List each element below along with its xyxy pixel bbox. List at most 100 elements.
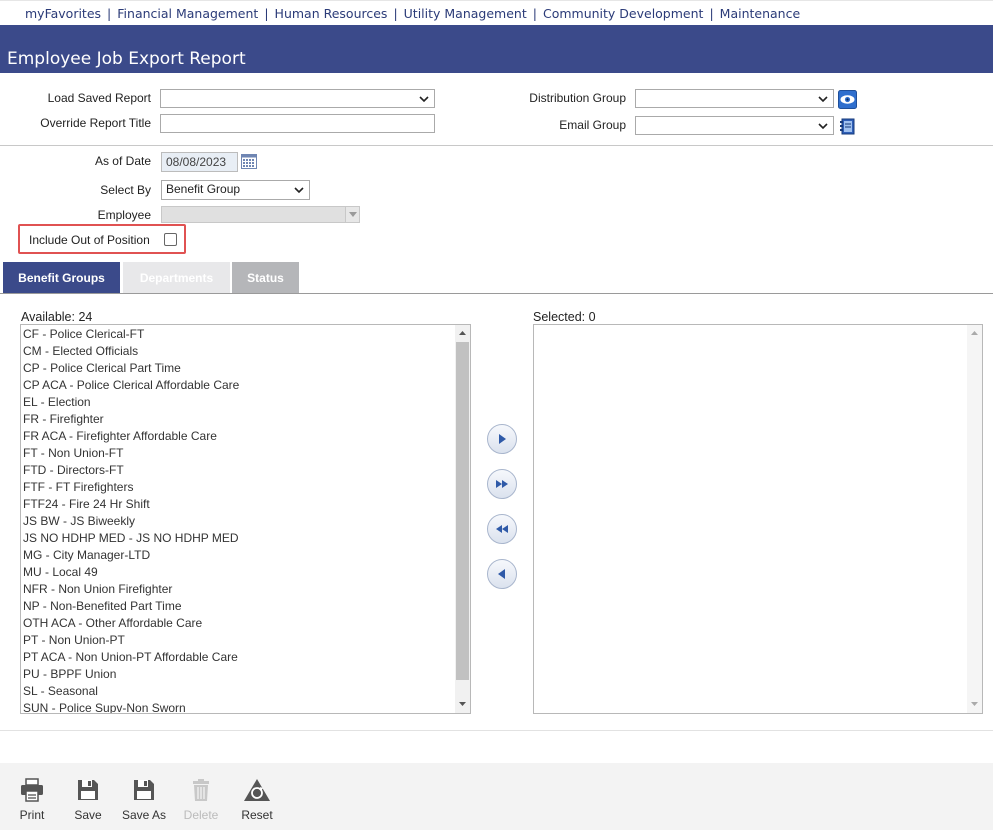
chevron-down-icon	[818, 123, 828, 130]
save-as-button[interactable]: Save As	[121, 777, 167, 822]
scroll-down-icon[interactable]	[970, 699, 979, 708]
chevron-down-icon	[349, 212, 357, 217]
override-report-title-label: Override Report Title	[40, 116, 151, 130]
divider	[0, 145, 993, 146]
select-by-label: Select By	[100, 183, 151, 197]
move-selected-right-button[interactable]	[487, 424, 517, 454]
bottom-toolbar: Print Save Save As Delete Reset	[0, 763, 993, 830]
arrow-right-icon	[499, 434, 506, 444]
delete-label: Delete	[183, 808, 219, 822]
scroll-up-icon[interactable]	[458, 329, 467, 338]
selected-scrollbar[interactable]	[967, 325, 982, 713]
list-item[interactable]: FTD - Directors-FT	[23, 463, 124, 477]
employee-label: Employee	[97, 208, 151, 222]
distribution-group-label: Distribution Group	[529, 91, 626, 105]
list-item[interactable]: FT - Non Union-FT	[23, 446, 123, 460]
view-eye-icon[interactable]	[838, 90, 857, 109]
save-as-label: Save As	[121, 808, 167, 822]
calendar-icon[interactable]	[241, 153, 257, 169]
move-selected-left-button[interactable]	[487, 559, 517, 589]
floppy-disk-icon	[78, 780, 98, 800]
address-book-icon[interactable]	[838, 117, 857, 136]
override-report-title-input[interactable]	[160, 114, 435, 133]
list-item[interactable]: JS BW - JS Biweekly	[23, 514, 135, 528]
save-button[interactable]: Save	[72, 777, 104, 822]
include-out-of-position-label: Include Out of Position	[29, 233, 150, 247]
list-item[interactable]: MG - City Manager-LTD	[23, 548, 150, 562]
nav-community-development[interactable]: Community Development	[543, 6, 703, 21]
chevron-down-icon	[294, 187, 304, 194]
scroll-up-icon[interactable]	[970, 329, 979, 338]
tab-status[interactable]: Status	[232, 262, 299, 293]
list-item[interactable]: PT - Non Union-PT	[23, 633, 125, 647]
tab-benefit-groups[interactable]: Benefit Groups	[3, 262, 120, 293]
as-of-date-label: As of Date	[94, 154, 151, 168]
select-by-value: Benefit Group	[166, 182, 241, 196]
list-item[interactable]: NP - Non-Benefited Part Time	[23, 599, 182, 613]
list-item[interactable]: SUN - Police Supv-Non Sworn	[23, 701, 186, 713]
employee-select-arrow	[345, 207, 359, 222]
list-item[interactable]: CP ACA - Police Clerical Affordable Care	[23, 378, 239, 392]
list-item[interactable]: FTF - FT Firefighters	[23, 480, 133, 494]
selected-list[interactable]	[533, 324, 983, 714]
employee-select	[161, 206, 360, 223]
list-item[interactable]: PT ACA - Non Union-PT Affordable Care	[23, 650, 238, 664]
nav-separator: |	[709, 5, 714, 21]
floppy-disk-icon	[134, 780, 154, 800]
move-all-left-button[interactable]	[487, 514, 517, 544]
available-count-label: Available: 24	[21, 310, 93, 324]
available-list[interactable]: CF - Police Clerical-FT CM - Elected Offi…	[20, 324, 471, 714]
scroll-down-icon[interactable]	[458, 699, 467, 708]
list-item[interactable]: FTF24 - Fire 24 Hr Shift	[23, 497, 150, 511]
list-item[interactable]: SL - Seasonal	[23, 684, 98, 698]
list-item[interactable]: FR ACA - Firefighter Affordable Care	[23, 429, 217, 443]
tab-underline	[0, 293, 993, 294]
print-button[interactable]: Print	[15, 777, 49, 822]
divider	[0, 730, 993, 731]
nav-myfavorites[interactable]: myFavorites	[25, 6, 101, 21]
load-saved-report-select[interactable]	[160, 89, 435, 108]
double-arrow-left-icon	[496, 525, 508, 533]
tab-departments[interactable]: Departments	[123, 262, 230, 293]
list-item[interactable]: CF - Police Clerical-FT	[23, 327, 144, 341]
reset-label: Reset	[241, 808, 273, 822]
list-item[interactable]: JS NO HDHP MED - JS NO HDHP MED	[23, 531, 239, 545]
nav-separator: |	[264, 5, 269, 21]
title-band: Employee Job Export Report	[0, 25, 993, 73]
print-label: Print	[19, 808, 45, 822]
selected-count-label: Selected: 0	[533, 310, 596, 324]
top-navigation: myFavorites | Financial Management | Hum…	[0, 0, 993, 25]
list-item[interactable]: MU - Local 49	[23, 565, 98, 579]
available-scroll-thumb[interactable]	[456, 342, 469, 680]
list-item[interactable]: FR - Firefighter	[23, 412, 104, 426]
include-out-of-position-checkbox[interactable]	[164, 233, 177, 246]
chevron-down-icon	[818, 96, 828, 103]
nav-utility-management[interactable]: Utility Management	[404, 6, 527, 21]
available-scrollbar[interactable]	[455, 325, 470, 713]
move-all-right-button[interactable]	[487, 469, 517, 499]
reset-button[interactable]: Reset	[239, 777, 275, 822]
distribution-group-select[interactable]	[635, 89, 834, 108]
nav-human-resources[interactable]: Human Resources	[275, 6, 388, 21]
email-group-select[interactable]	[635, 116, 834, 135]
load-saved-report-label: Load Saved Report	[47, 91, 151, 105]
nav-maintenance[interactable]: Maintenance	[720, 6, 801, 21]
nav-separator: |	[107, 5, 112, 21]
reset-warning-icon	[244, 779, 270, 801]
list-item[interactable]: OTH ACA - Other Affordable Care	[23, 616, 202, 630]
as-of-date-input[interactable]: 08/08/2023	[161, 152, 238, 172]
double-arrow-right-icon	[496, 480, 508, 488]
email-group-label: Email Group	[559, 118, 626, 132]
nav-separator: |	[393, 5, 398, 21]
nav-financial-management[interactable]: Financial Management	[117, 6, 258, 21]
list-item[interactable]: EL - Election	[23, 395, 91, 409]
list-item[interactable]: CP - Police Clerical Part Time	[23, 361, 181, 375]
list-item[interactable]: PU - BPPF Union	[23, 667, 116, 681]
chevron-down-icon	[419, 96, 429, 103]
trash-icon	[193, 779, 209, 801]
list-item[interactable]: NFR - Non Union Firefighter	[23, 582, 172, 596]
select-by-select[interactable]: Benefit Group	[161, 180, 310, 200]
nav-separator: |	[532, 5, 537, 21]
list-item[interactable]: CM - Elected Officials	[23, 344, 138, 358]
arrow-left-icon	[498, 569, 505, 579]
